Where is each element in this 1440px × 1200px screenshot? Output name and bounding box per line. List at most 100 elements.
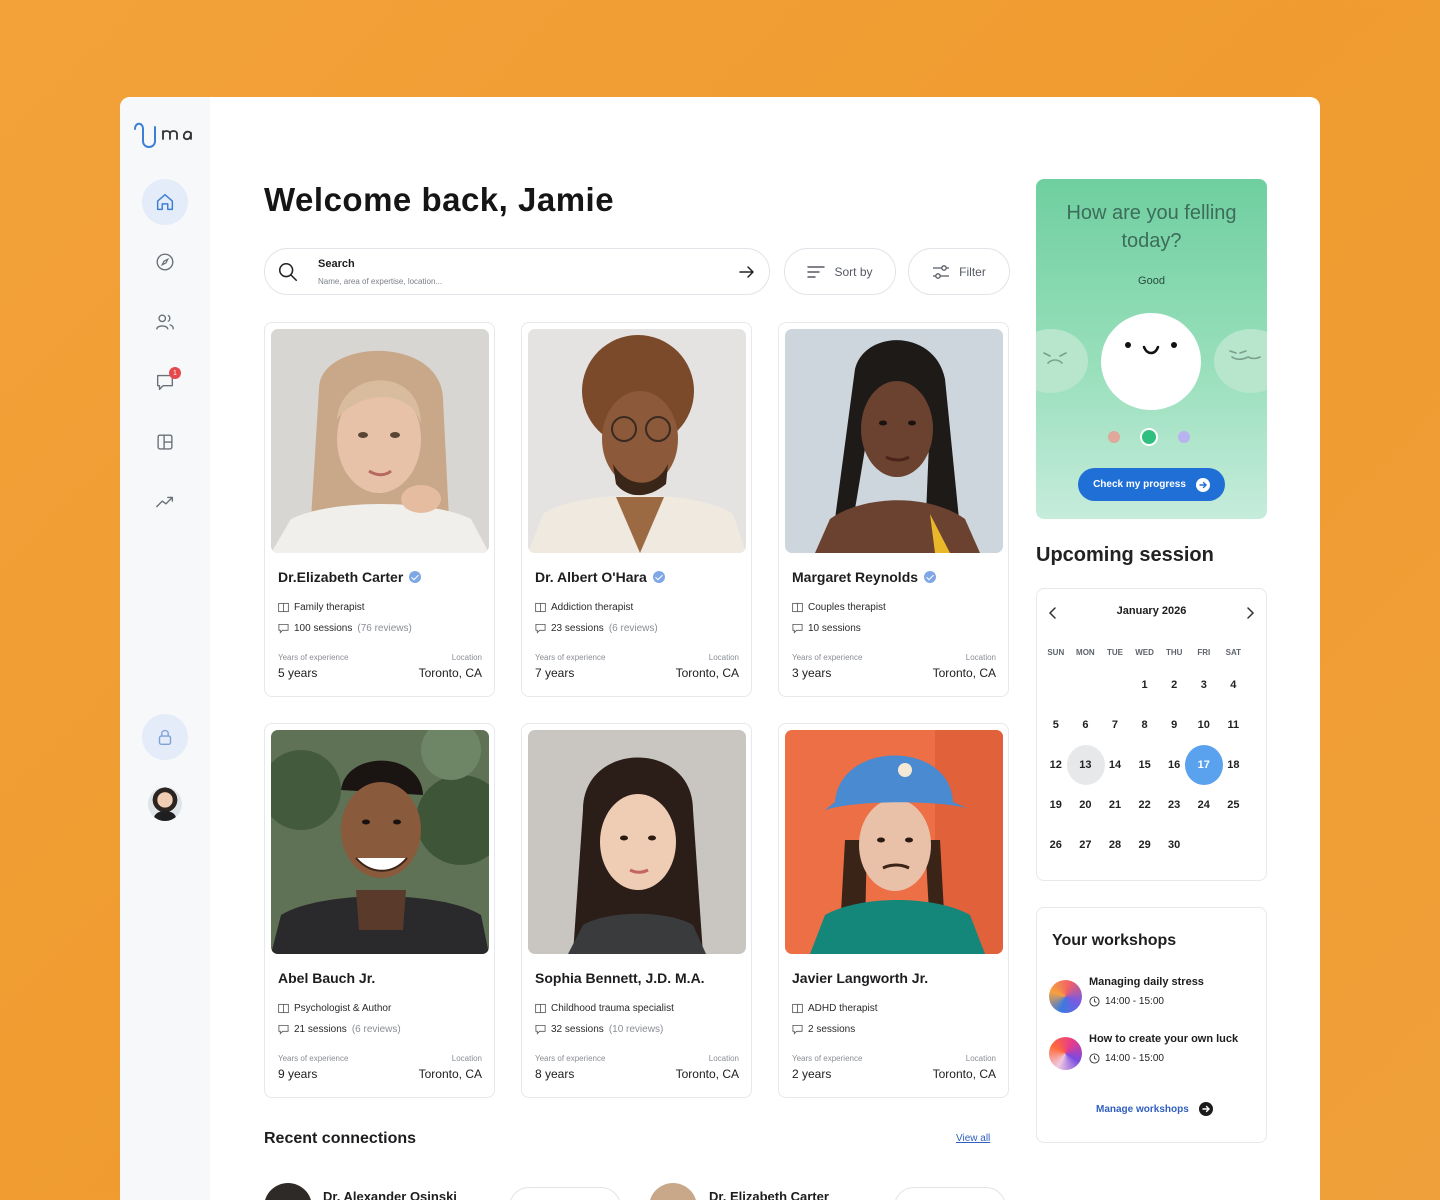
calendar-day[interactable]: 3 bbox=[1189, 665, 1219, 705]
calendar-day[interactable]: 7 bbox=[1100, 705, 1130, 745]
calendar-day[interactable]: 25 bbox=[1219, 785, 1249, 825]
therapist-name: Margaret Reynolds bbox=[792, 569, 937, 585]
mood-dot-good[interactable] bbox=[1140, 428, 1158, 446]
view-all-link[interactable]: View all bbox=[956, 1133, 990, 1144]
search-input[interactable]: Name, area of expertise, location... bbox=[318, 277, 442, 286]
neutral-face-icon[interactable] bbox=[1214, 329, 1267, 393]
calendar-day[interactable]: 8 bbox=[1130, 705, 1160, 745]
calendar-day[interactable]: 21 bbox=[1100, 785, 1130, 825]
user-avatar[interactable] bbox=[148, 787, 182, 821]
calendar-day[interactable]: 18 bbox=[1219, 745, 1249, 785]
book-icon bbox=[278, 602, 289, 613]
connection-action-button[interactable] bbox=[894, 1187, 1006, 1200]
nav-analytics[interactable] bbox=[142, 479, 188, 525]
location-label: Location bbox=[965, 1054, 996, 1063]
connection-name[interactable]: Dr. Alexander Osinski bbox=[323, 1189, 457, 1200]
mood-selector[interactable] bbox=[1108, 428, 1190, 446]
weekday-label: TUE bbox=[1106, 648, 1123, 657]
location-value: Toronto, CA bbox=[418, 1067, 482, 1081]
location-value: Toronto, CA bbox=[932, 1067, 996, 1081]
sad-face-icon[interactable] bbox=[1036, 329, 1088, 393]
therapist-photo bbox=[271, 730, 489, 954]
calendar-day[interactable]: 17 bbox=[1185, 745, 1223, 785]
connection-name[interactable]: Dr. Elizabeth Carter bbox=[709, 1189, 829, 1200]
calendar-day[interactable]: 27 bbox=[1071, 825, 1101, 865]
calendar-day[interactable]: 22 bbox=[1130, 785, 1160, 825]
connection-avatar[interactable] bbox=[649, 1183, 697, 1200]
therapist-card[interactable]: Margaret Reynolds Couples therapist 10 s… bbox=[778, 322, 1009, 697]
calendar-day[interactable]: 14 bbox=[1100, 745, 1130, 785]
nav-explore[interactable] bbox=[142, 239, 188, 285]
therapist-name: Javier Langworth Jr. bbox=[792, 970, 929, 986]
calendar-day[interactable]: 26 bbox=[1041, 825, 1071, 865]
nav-messages[interactable]: 1 bbox=[142, 359, 188, 405]
calendar-day[interactable]: 9 bbox=[1159, 705, 1189, 745]
sort-button[interactable]: Sort by bbox=[784, 248, 896, 295]
workshop-item[interactable]: Managing daily stress 14:00 - 15:00 bbox=[1049, 976, 1259, 1016]
manage-workshops-link[interactable]: Manage workshops bbox=[1096, 1102, 1213, 1116]
therapist-card[interactable]: Dr.Elizabeth Carter Family therapist 100… bbox=[264, 322, 495, 697]
calendar-day[interactable]: 2 bbox=[1159, 665, 1189, 705]
lock-button[interactable] bbox=[142, 714, 188, 760]
calendar-day[interactable]: 5 bbox=[1041, 705, 1071, 745]
calendar-day[interactable]: 15 bbox=[1130, 745, 1160, 785]
mood-dot-bad[interactable] bbox=[1108, 431, 1120, 443]
search-bar[interactable]: Search Name, area of expertise, location… bbox=[264, 248, 770, 295]
verified-icon bbox=[652, 571, 665, 583]
clock-icon bbox=[1089, 996, 1100, 1007]
specialty: Childhood trauma specialist bbox=[535, 1003, 674, 1014]
calendar-day[interactable]: 11 bbox=[1219, 705, 1249, 745]
location-value: Toronto, CA bbox=[675, 1067, 739, 1081]
calendar-day[interactable]: 24 bbox=[1189, 785, 1219, 825]
workshops-card: Your workshops Managing daily stress 14:… bbox=[1036, 907, 1267, 1143]
workshop-item[interactable]: How to create your own luck 14:00 - 15:0… bbox=[1049, 1033, 1259, 1073]
therapist-name: Abel Bauch Jr. bbox=[278, 970, 376, 986]
chevron-right-icon[interactable] bbox=[1245, 607, 1255, 619]
experience-value: 5 years bbox=[278, 666, 318, 680]
location-label: Location bbox=[708, 653, 739, 662]
calendar-day[interactable]: 13 bbox=[1066, 745, 1105, 785]
calendar-day[interactable]: 23 bbox=[1159, 785, 1189, 825]
book-icon bbox=[278, 1003, 289, 1014]
workshop-title: Managing daily stress bbox=[1089, 976, 1204, 988]
calendar-day[interactable]: 6 bbox=[1071, 705, 1101, 745]
filter-button[interactable]: Filter bbox=[908, 248, 1010, 295]
location-value: Toronto, CA bbox=[418, 666, 482, 680]
nav-home[interactable] bbox=[142, 179, 188, 225]
nav-dashboard[interactable] bbox=[142, 419, 188, 465]
arrow-right-icon[interactable] bbox=[739, 265, 755, 279]
therapist-card[interactable]: Sophia Bennett, J.D. M.A. Childhood trau… bbox=[521, 723, 752, 1098]
therapist-card[interactable]: Abel Bauch Jr. Psychologist & Author 21 … bbox=[264, 723, 495, 1098]
nav-people[interactable] bbox=[142, 299, 188, 345]
therapist-card[interactable]: Dr. Albert O'Hara Addiction therapist 23… bbox=[521, 322, 752, 697]
happy-face-icon[interactable] bbox=[1101, 313, 1201, 410]
experience-label: Years of experience bbox=[278, 653, 349, 662]
check-progress-button[interactable]: Check my progress bbox=[1078, 468, 1225, 501]
chat-bubble-icon bbox=[535, 623, 546, 634]
sort-label: Sort by bbox=[834, 264, 873, 279]
specialty: Couples therapist bbox=[792, 602, 886, 613]
weekday-label: WED bbox=[1135, 648, 1154, 657]
location-label: Location bbox=[708, 1054, 739, 1063]
verified-icon bbox=[409, 571, 422, 583]
calendar-day[interactable]: 19 bbox=[1041, 785, 1071, 825]
workshop-time: 14:00 - 15:00 bbox=[1089, 996, 1164, 1007]
calendar-day[interactable]: 30 bbox=[1159, 825, 1189, 865]
connection-action-button[interactable] bbox=[509, 1187, 621, 1200]
connection-avatar[interactable] bbox=[264, 1183, 312, 1200]
location-label: Location bbox=[451, 1054, 482, 1063]
calendar-day[interactable]: 29 bbox=[1130, 825, 1160, 865]
app-logo[interactable] bbox=[133, 119, 203, 153]
calendar-day[interactable]: 28 bbox=[1100, 825, 1130, 865]
calendar-empty-cell bbox=[1071, 665, 1101, 705]
calendar-day[interactable]: 1 bbox=[1130, 665, 1160, 705]
mood-dot-ok[interactable] bbox=[1178, 431, 1190, 443]
mood-widget: How are you felling today? Good Check my… bbox=[1036, 179, 1267, 519]
therapist-card[interactable]: Javier Langworth Jr. ADHD therapist 2 se… bbox=[778, 723, 1009, 1098]
specialty: Addiction therapist bbox=[535, 602, 633, 613]
calendar-day[interactable]: 20 bbox=[1071, 785, 1101, 825]
page-title: Welcome back, Jamie bbox=[264, 181, 615, 218]
calendar: January 2026 SUN MON TUE WED THU FRI SAT 1 2 3 4 5 6… bbox=[1036, 588, 1267, 881]
calendar-day[interactable]: 4 bbox=[1219, 665, 1249, 705]
calendar-day[interactable]: 10 bbox=[1189, 705, 1219, 745]
